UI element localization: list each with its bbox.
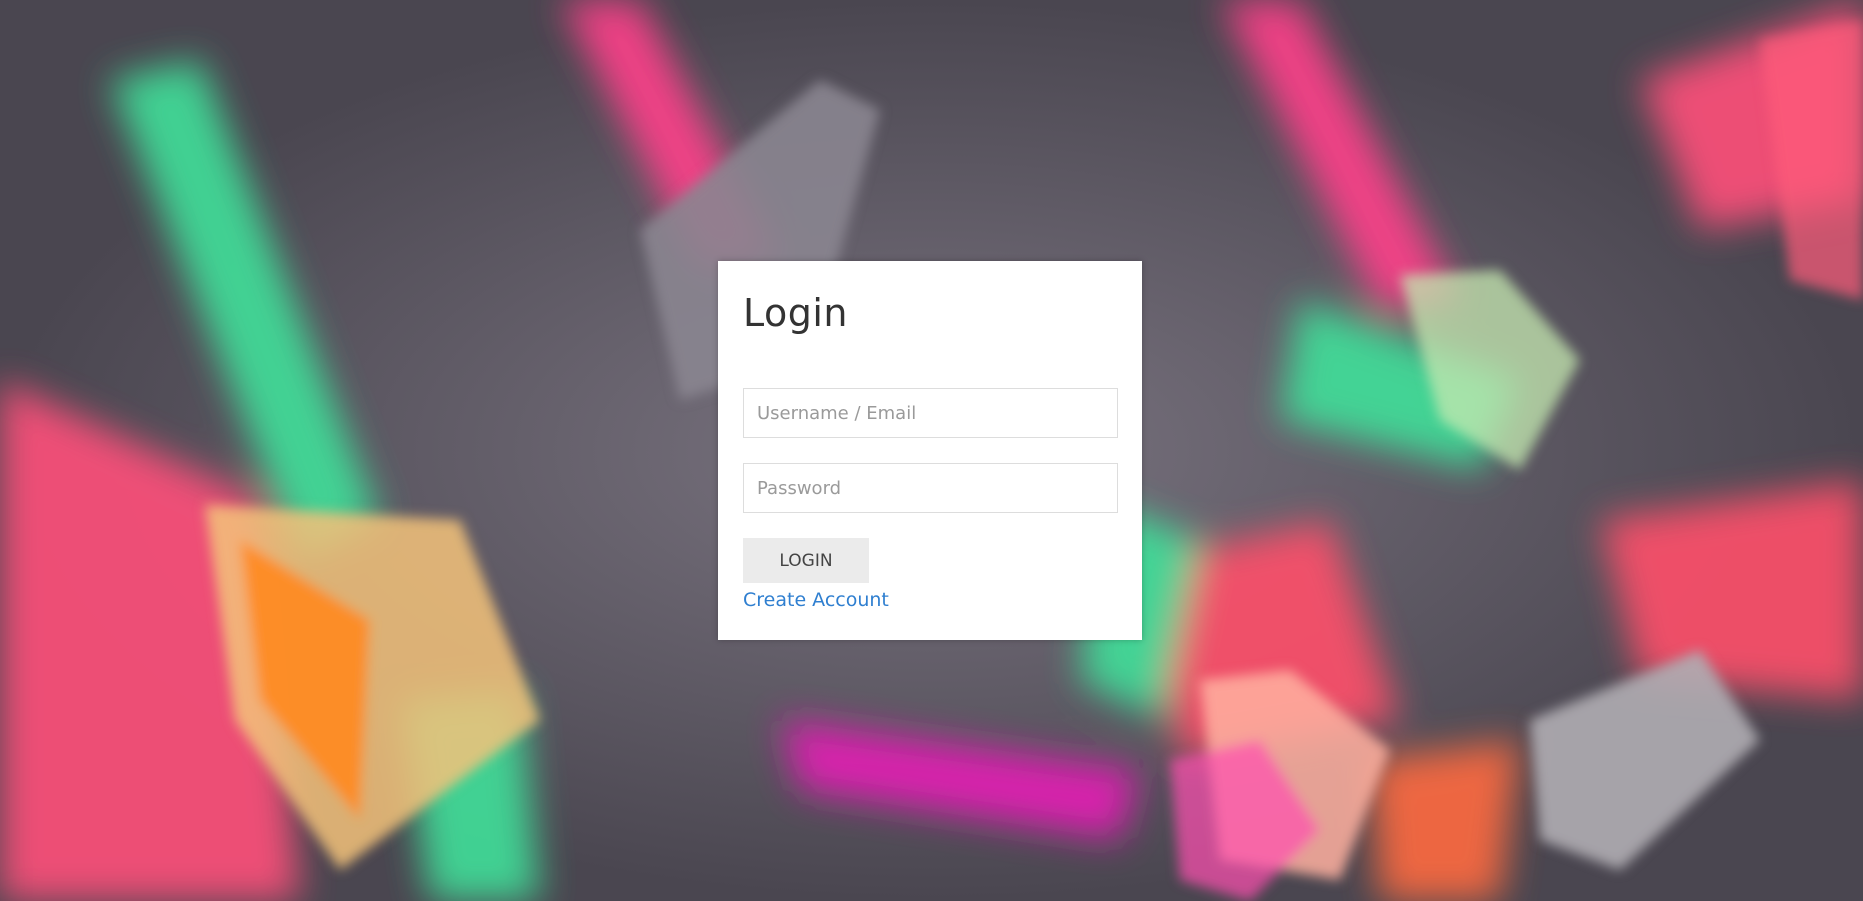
login-title: Login <box>743 291 849 335</box>
password-input[interactable] <box>743 463 1118 513</box>
create-account-link[interactable]: Create Account <box>743 589 889 611</box>
login-button[interactable]: LOGIN <box>743 538 869 583</box>
username-email-input[interactable] <box>743 388 1118 438</box>
login-card: Login LOGIN Create Account <box>718 261 1142 640</box>
